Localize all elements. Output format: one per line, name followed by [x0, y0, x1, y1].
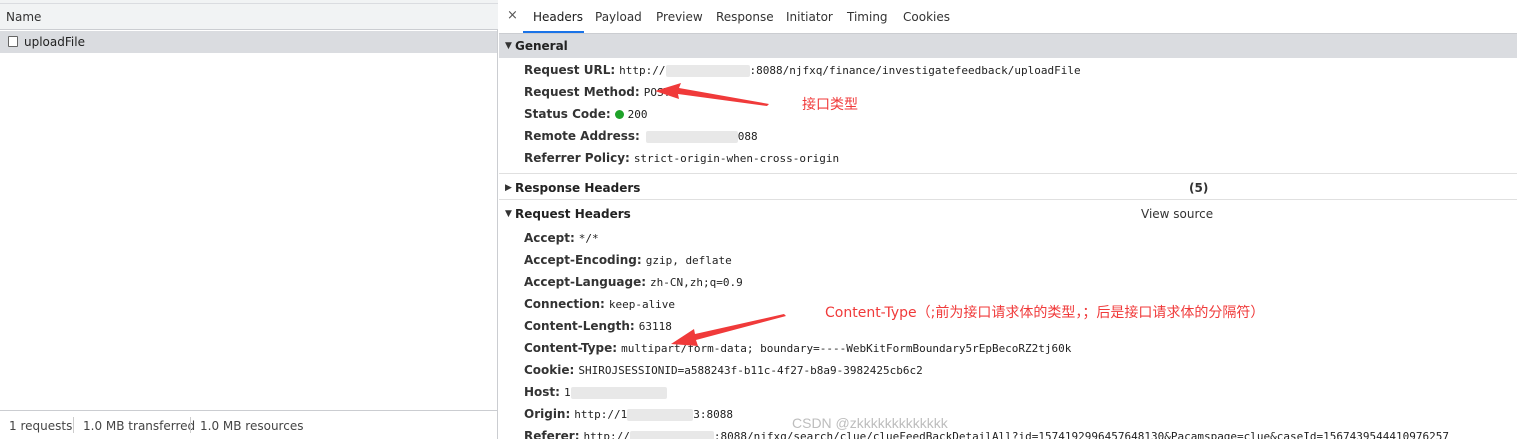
- request-count: 1 requests: [9, 419, 73, 433]
- section-title: Response Headers: [515, 181, 641, 195]
- general-section-header[interactable]: ▼ General: [499, 34, 1517, 58]
- tab-initiator[interactable]: Initiator: [786, 10, 833, 24]
- request-row-uploadfile[interactable]: uploadFile: [0, 31, 497, 53]
- request-name: uploadFile: [24, 35, 85, 49]
- status-code-row: Status Code: 200: [524, 107, 648, 121]
- column-header-label: Name: [6, 10, 42, 24]
- section-title: Request Headers: [515, 207, 631, 221]
- caret-down-icon: ▼: [505, 209, 512, 219]
- divider: [190, 417, 191, 433]
- cookie-row: Cookie: SHIROJSESSIONID=a588243f-b11c-4f2…: [524, 363, 923, 377]
- redacted-address: [645, 130, 738, 143]
- accept-row: Accept: */*: [524, 231, 599, 245]
- referrer-policy-row: Referrer Policy: strict-origin-when-cross…: [524, 151, 840, 165]
- request-details-panel: × Headers Payload Preview Response Initi…: [499, 0, 1517, 439]
- redacted-host: [570, 386, 667, 399]
- method-annotation: 接口类型: [802, 97, 858, 113]
- caret-right-icon: ▶: [505, 183, 512, 193]
- tab-payload[interactable]: Payload: [595, 10, 642, 24]
- header-count: (5): [1189, 181, 1209, 195]
- tab-preview[interactable]: Preview: [656, 10, 703, 24]
- tab-timing[interactable]: Timing: [847, 10, 888, 24]
- content-length-row: Content-Length: 63118: [524, 319, 672, 333]
- section-divider: [499, 173, 1517, 174]
- tab-response[interactable]: Response: [716, 10, 774, 24]
- origin-row: Origin: http://1 3:8088: [524, 407, 734, 421]
- accept-encoding-row: Accept-Encoding: gzip, deflate: [524, 253, 732, 267]
- referer-row: Referer: http://:8088/njfxq/search/clue/c…: [524, 429, 1449, 439]
- method-arrow: [655, 83, 769, 106]
- file-icon: [8, 36, 18, 47]
- section-divider: [499, 199, 1517, 200]
- csdn-watermark: CSDN @zkkkkkkkkkkkkk: [792, 415, 948, 431]
- redacted-host: [629, 430, 714, 439]
- response-headers-section-header[interactable]: ▶ Response Headers (5): [499, 176, 1517, 200]
- remote-address-row: Remote Address: 088: [524, 129, 758, 143]
- accept-language-row: Accept-Language: zh-CN,zh;q=0.9: [524, 275, 743, 289]
- redacted-host: [665, 64, 750, 77]
- redacted-host: [627, 408, 694, 421]
- tab-cookies[interactable]: Cookies: [903, 10, 950, 24]
- tab-headers[interactable]: Headers: [533, 10, 583, 24]
- request-headers-section-header[interactable]: ▼ Request Headers View source: [499, 202, 1517, 226]
- caret-down-icon: ▼: [505, 41, 512, 51]
- active-tab-indicator: [523, 31, 584, 33]
- close-icon[interactable]: ×: [507, 8, 518, 23]
- content-type-annotation: Content-Type（;前为接口请求体的类型，；后是接口请求体的分隔符）: [825, 305, 1265, 321]
- resources-size: 1.0 MB resources: [200, 419, 304, 433]
- host-row: Host: 1: [524, 385, 667, 399]
- request-url-row: Request URL: http://:8088/njfxq/finance/i…: [524, 63, 1081, 77]
- view-source-link[interactable]: View source: [1141, 207, 1213, 221]
- details-tab-bar: × Headers Payload Preview Response Initi…: [499, 0, 1517, 34]
- request-method-row: Request Method: POST: [524, 85, 671, 99]
- request-list-panel: Name uploadFile 1 requests 1.0 MB transf…: [0, 0, 498, 439]
- name-column-header[interactable]: Name: [0, 4, 498, 30]
- connection-row: Connection: keep-alive: [524, 297, 676, 311]
- transferred-size: 1.0 MB transferred: [83, 419, 196, 433]
- status-bar: 1 requests 1.0 MB transferred 1.0 MB res…: [0, 410, 497, 439]
- section-title: General: [515, 39, 568, 53]
- divider: [73, 417, 74, 433]
- content-type-row: Content-Type: multipart/form-data; bounda…: [524, 341, 1072, 355]
- status-ok-icon: [614, 110, 624, 119]
